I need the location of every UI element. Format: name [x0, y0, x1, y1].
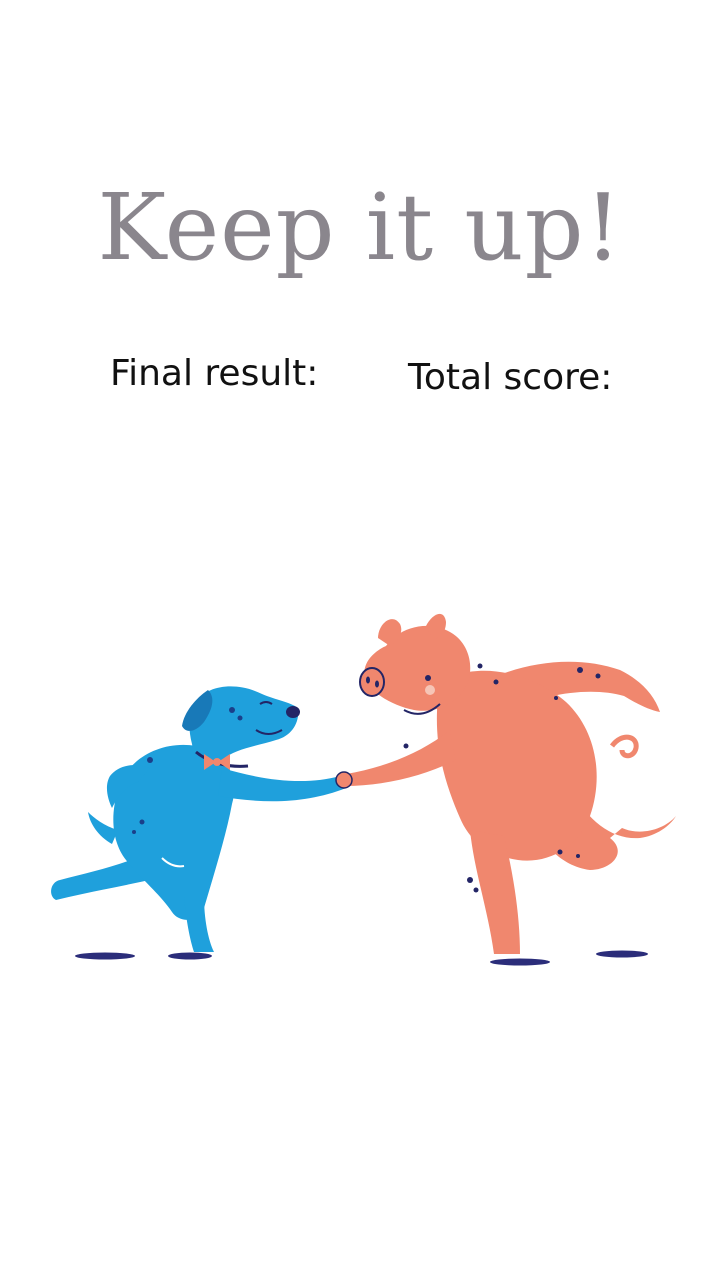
final-result-label: Final result: [110, 353, 319, 394]
ground-shadows [75, 950, 648, 966]
handshake [335, 771, 353, 789]
headline: Keep it up! [97, 174, 623, 281]
dog-illustration [51, 686, 346, 952]
pig-illustration [344, 613, 676, 954]
total-score-label: Total score: [408, 357, 613, 398]
celebration-illustration [51, 613, 676, 966]
